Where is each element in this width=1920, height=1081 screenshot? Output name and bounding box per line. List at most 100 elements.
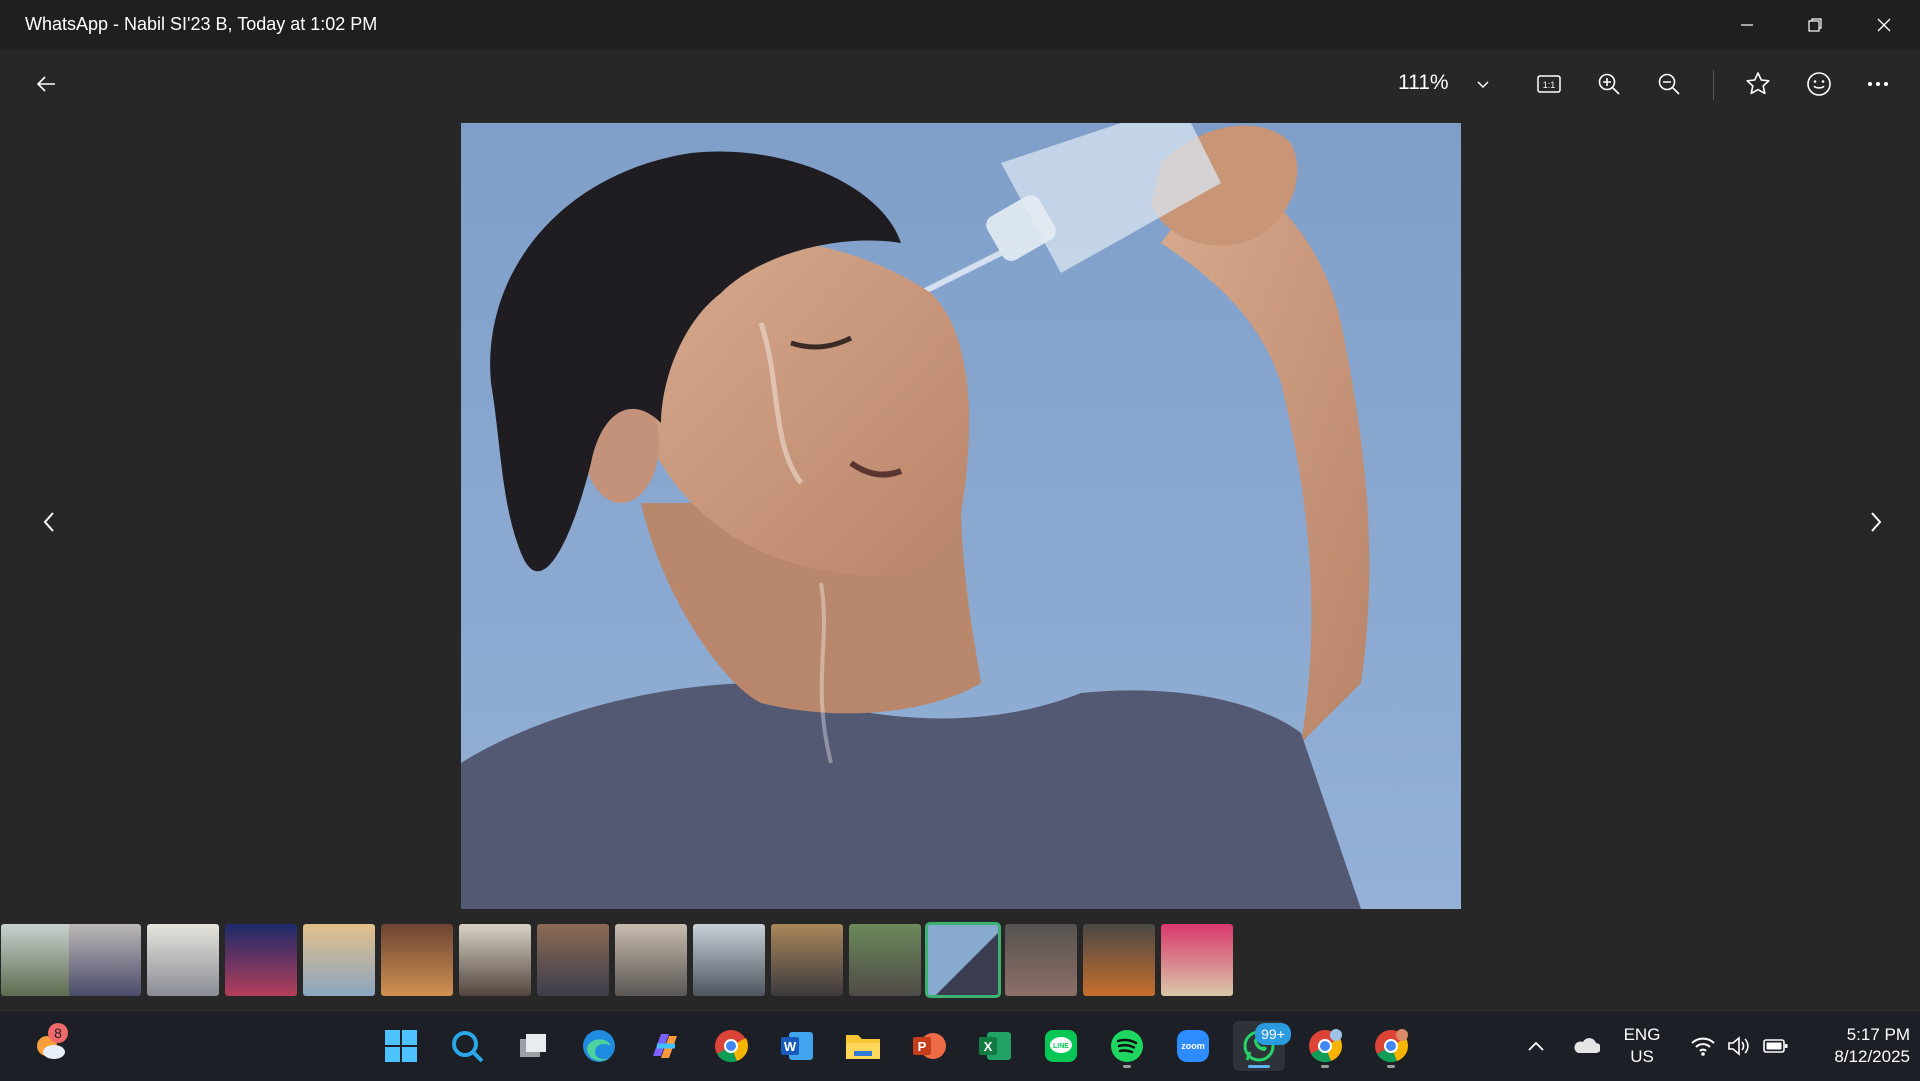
language-region: US — [1630, 1047, 1654, 1066]
chrome-profile-button[interactable] — [1299, 1021, 1351, 1071]
zoom-app-button[interactable]: zoom — [1167, 1021, 1219, 1071]
weather-badge: 8 — [48, 1023, 68, 1043]
search-icon — [452, 1031, 484, 1063]
chrome-icon — [715, 1030, 749, 1063]
thumbnail[interactable] — [615, 924, 687, 996]
zoom-in-icon — [1598, 73, 1620, 95]
thumbnail[interactable] — [459, 924, 531, 996]
minimize-button[interactable] — [1713, 0, 1781, 49]
restore-button[interactable] — [1781, 0, 1849, 49]
minimize-icon — [1741, 23, 1753, 26]
clock-date: 8/12/2025 — [1834, 1047, 1910, 1066]
language-indicator[interactable]: ENG US — [1614, 1021, 1670, 1071]
thumbnail[interactable] — [1161, 924, 1233, 996]
quick-settings-button[interactable] — [1680, 1021, 1800, 1071]
edge-button[interactable] — [573, 1021, 625, 1071]
chevron-right-icon — [1871, 512, 1882, 532]
chevron-left-icon — [43, 512, 54, 532]
thumbnail[interactable] — [303, 924, 375, 996]
weather-widget[interactable]: 8 — [24, 1021, 76, 1071]
language-code: ENG — [1623, 1025, 1661, 1044]
thumbnail[interactable] — [693, 924, 765, 996]
thumbnail[interactable] — [147, 924, 219, 996]
search-button[interactable] — [441, 1021, 493, 1071]
more-options-button[interactable] — [1856, 64, 1900, 104]
zoom-out-icon — [1658, 73, 1680, 95]
chevron-up-icon — [1528, 1041, 1544, 1051]
thumbnail[interactable] — [1, 924, 73, 996]
viewer-toolbar — [0, 49, 1920, 119]
next-photo-button[interactable] — [1854, 500, 1898, 544]
thumbnail[interactable] — [537, 924, 609, 996]
close-button[interactable] — [1850, 0, 1918, 49]
chrome-profile-2-button[interactable] — [1365, 1021, 1417, 1071]
actual-size-button[interactable]: 1:1 — [1527, 64, 1571, 104]
thumbnail[interactable] — [849, 924, 921, 996]
copilot-button[interactable] — [639, 1021, 691, 1071]
thumbnail[interactable] — [771, 924, 843, 996]
thumbnail[interactable] — [225, 924, 297, 996]
edge-icon — [583, 1030, 615, 1062]
chevron-down-icon — [1477, 81, 1489, 89]
spotify-button[interactable] — [1101, 1021, 1153, 1071]
copilot-icon — [653, 1034, 677, 1058]
svg-text:1:1: 1:1 — [1543, 80, 1556, 90]
file-explorer-button[interactable] — [837, 1021, 889, 1071]
favorite-button[interactable] — [1736, 64, 1780, 104]
thumbnail[interactable] — [69, 924, 141, 996]
zoom-out-button[interactable] — [1647, 64, 1691, 104]
line-app-icon: LINE — [1045, 1030, 1077, 1062]
smiley-icon — [1807, 72, 1831, 96]
folder-icon — [846, 1035, 880, 1059]
show-hidden-icons-button[interactable] — [1511, 1021, 1561, 1071]
filmstrip — [0, 922, 1240, 998]
svg-text:LINE: LINE — [1053, 1043, 1069, 1050]
volume-icon — [1728, 1036, 1749, 1056]
taskbar: 8 W P X LINE zoom 99+ ENG US 5:17 PM 8/1… — [0, 1010, 1920, 1081]
previous-photo-button[interactable] — [27, 500, 71, 544]
whatsapp-button[interactable]: 99+ — [1233, 1021, 1291, 1071]
spotify-icon — [1111, 1030, 1143, 1062]
chrome-icon — [1375, 1029, 1409, 1063]
title-bar: WhatsApp - Nabil SI'23 B, Today at 1:02 … — [0, 0, 1920, 49]
close-icon — [1877, 18, 1891, 31]
task-view-button[interactable] — [507, 1021, 559, 1071]
clock[interactable]: 5:17 PM 8/12/2025 — [1800, 1021, 1910, 1071]
actual-size-icon: 1:1 — [1537, 75, 1561, 93]
react-button[interactable] — [1797, 64, 1841, 104]
start-button[interactable] — [375, 1021, 427, 1071]
more-icon — [1868, 82, 1888, 86]
thumbnail[interactable] — [381, 924, 453, 996]
thumbnail-selected[interactable] — [925, 922, 1001, 998]
cloud-icon — [1574, 1038, 1600, 1053]
windows-icon — [385, 1030, 417, 1062]
back-arrow-icon — [36, 76, 55, 92]
zoom-in-button[interactable] — [1587, 64, 1631, 104]
zoom-app-label: zoom — [1181, 1041, 1205, 1051]
word-button[interactable]: W — [771, 1021, 823, 1071]
restore-icon — [1808, 17, 1822, 32]
powerpoint-button[interactable]: P — [903, 1021, 955, 1071]
onedrive-button[interactable] — [1561, 1021, 1611, 1071]
chrome-icon — [1309, 1029, 1343, 1063]
chrome-button[interactable] — [705, 1021, 757, 1071]
word-icon: W — [781, 1032, 813, 1060]
svg-text:P: P — [918, 1039, 927, 1054]
excel-icon: X — [979, 1032, 1011, 1060]
thumbnail[interactable] — [1083, 924, 1155, 996]
back-button[interactable] — [24, 64, 68, 104]
line-button[interactable]: LINE — [1035, 1021, 1087, 1071]
battery-icon — [1763, 1039, 1788, 1053]
svg-text:W: W — [784, 1039, 797, 1054]
zoom-level[interactable]: 111% — [1398, 71, 1449, 95]
thumbnail[interactable] — [1005, 924, 1077, 996]
wifi-icon — [1691, 1037, 1715, 1056]
photo-viewer[interactable] — [461, 123, 1461, 909]
svg-text:X: X — [984, 1039, 993, 1054]
photo-man-pouring-water — [461, 123, 1461, 909]
zoom-dropdown-button[interactable] — [1461, 64, 1505, 104]
excel-button[interactable]: X — [969, 1021, 1021, 1071]
clock-time: 5:17 PM — [1846, 1025, 1910, 1044]
toolbar-divider — [1713, 70, 1714, 100]
whatsapp-badge: 99+ — [1255, 1023, 1291, 1045]
